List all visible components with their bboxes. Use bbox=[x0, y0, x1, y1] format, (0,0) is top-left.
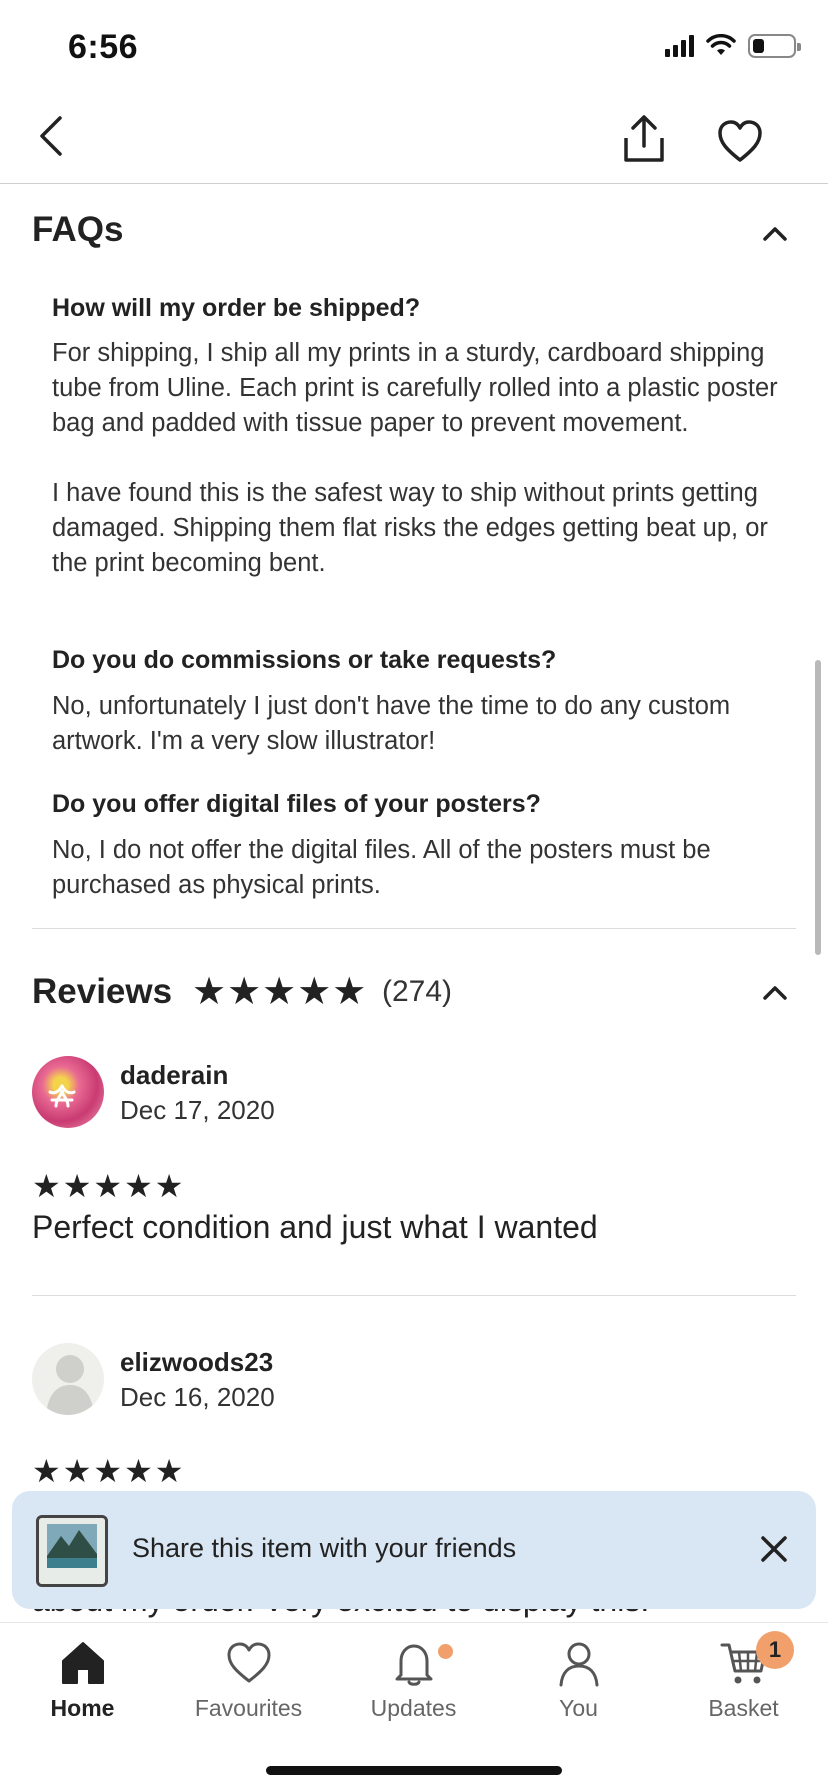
tab-label: Updates bbox=[370, 1695, 457, 1721]
favourite-heart-icon[interactable] bbox=[716, 118, 764, 164]
bell-icon bbox=[395, 1644, 432, 1686]
faqs-header[interactable]: FAQs bbox=[32, 210, 796, 270]
wifi-icon bbox=[706, 34, 736, 55]
scrollbar[interactable] bbox=[815, 660, 821, 955]
tab-favourites[interactable]: Favourites bbox=[166, 1623, 331, 1733]
faq-question: Do you do commissions or take requests? bbox=[52, 646, 557, 674]
tab-you[interactable]: You bbox=[496, 1623, 661, 1733]
status-bar: 6:56 bbox=[0, 0, 828, 100]
review-date: Dec 16, 2020 bbox=[120, 1382, 275, 1412]
fleur-de-lis-icon bbox=[48, 1084, 76, 1108]
share-banner-text: Share this item with your friends bbox=[132, 1533, 517, 1563]
item-thumbnail bbox=[36, 1515, 108, 1587]
tab-label: Favourites bbox=[194, 1695, 303, 1721]
basket-count-badge: 1 bbox=[756, 1631, 794, 1669]
chevron-up-icon[interactable] bbox=[762, 985, 788, 1001]
status-time: 6:56 bbox=[68, 28, 139, 66]
share-icon[interactable] bbox=[620, 114, 668, 164]
reviewer-name[interactable]: elizwoods23 bbox=[120, 1347, 273, 1378]
faq-question: How will my order be shipped? bbox=[52, 294, 421, 322]
faq-answer: No, I do not offer the digital files. Al… bbox=[52, 836, 711, 899]
avatar[interactable] bbox=[32, 1056, 104, 1128]
chevron-up-icon[interactable] bbox=[762, 226, 788, 242]
avatar[interactable] bbox=[32, 1343, 104, 1415]
review-text: Perfect condition and just what I wanted bbox=[32, 1209, 598, 1245]
tab-label: You bbox=[559, 1695, 598, 1721]
back-arrow-icon[interactable] bbox=[32, 112, 72, 160]
review-stars: ★★★★★ bbox=[32, 1453, 186, 1489]
status-icons bbox=[665, 34, 801, 58]
reviews-title: Reviews bbox=[32, 972, 173, 1011]
tab-updates[interactable]: Updates bbox=[331, 1623, 496, 1733]
default-avatar-icon bbox=[46, 1355, 94, 1415]
faqs-title: FAQs bbox=[32, 210, 124, 249]
signal-icon bbox=[665, 35, 694, 57]
home-icon bbox=[61, 1642, 104, 1684]
person-icon bbox=[559, 1642, 598, 1687]
reviewer-name[interactable]: daderain bbox=[120, 1060, 228, 1091]
review-divider bbox=[32, 1295, 796, 1296]
top-nav-bar bbox=[0, 100, 828, 184]
share-banner[interactable]: Share this item with your friends bbox=[12, 1491, 816, 1609]
tab-home[interactable]: Home bbox=[0, 1623, 165, 1733]
review-stars: ★★★★★ bbox=[32, 1168, 186, 1204]
close-icon[interactable] bbox=[758, 1533, 790, 1565]
battery-icon bbox=[748, 34, 801, 58]
faq-question: Do you offer digital files of your poste… bbox=[52, 790, 541, 818]
review-date: Dec 17, 2020 bbox=[120, 1095, 275, 1125]
reviews-count: (274) bbox=[382, 975, 453, 1008]
tab-basket[interactable]: Basket bbox=[661, 1623, 826, 1733]
heart-icon bbox=[227, 1642, 270, 1683]
tab-label: Basket bbox=[708, 1695, 779, 1721]
updates-badge-dot bbox=[438, 1644, 453, 1659]
tab-label: Home bbox=[50, 1695, 115, 1721]
reviews-rating-stars: ★★★★★ bbox=[192, 971, 368, 1013]
home-indicator[interactable] bbox=[266, 1766, 562, 1775]
section-divider bbox=[32, 928, 796, 929]
faq-answer: For shipping, I ship all my prints in a … bbox=[52, 339, 778, 577]
faq-answer: No, unfortunately I just don't have the … bbox=[52, 692, 731, 755]
